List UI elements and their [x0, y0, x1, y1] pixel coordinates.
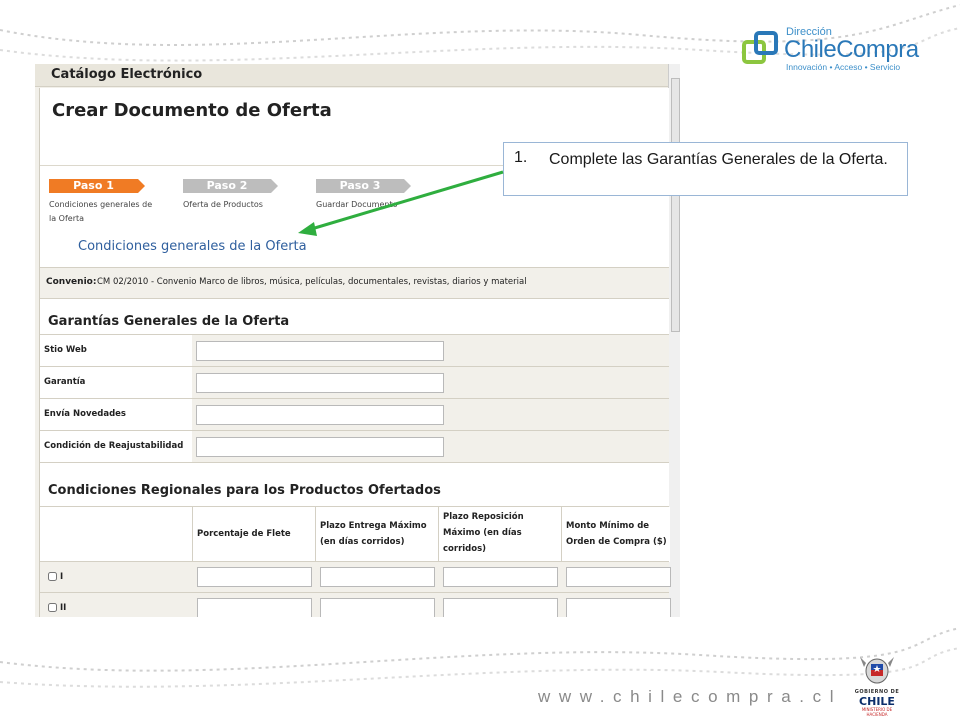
monto-minimo-input[interactable] [566, 598, 671, 617]
step-3-arrow-icon [404, 179, 411, 193]
catalog-header: Catálogo Electrónico [35, 64, 668, 87]
plazo-reposicion-input[interactable] [443, 598, 558, 617]
regionales-title: Condiciones Regionales para los Producto… [48, 483, 441, 498]
reajustabilidad-input[interactable] [196, 437, 444, 457]
form-input-cell [192, 399, 669, 430]
field-label: Condición de Reajustabilidad [44, 441, 184, 451]
region-i-checkbox[interactable] [48, 572, 57, 581]
callout-text: Complete las Garantías Generales de la O… [549, 151, 888, 168]
form-row-sitio-web: Stio Web [40, 334, 669, 366]
row-header: I [40, 562, 192, 592]
porcentaje-flete-input[interactable] [197, 567, 312, 587]
catalog-title: Catálogo Electrónico [51, 67, 203, 82]
section-heading-link: Condiciones generales de la Oferta [78, 239, 307, 254]
form-row-envia-novedades: Envía Novedades [40, 398, 669, 430]
row-header: II [40, 593, 192, 617]
chilecompra-logo: Dirección ChileCompra Innovación • Acces… [742, 26, 922, 74]
form-input-cell [192, 431, 669, 462]
plazo-entrega-input[interactable] [320, 598, 435, 617]
garantia-input[interactable] [196, 373, 444, 393]
form-input-cell [192, 367, 669, 398]
logo-tagline: Innovación • Acceso • Servicio [786, 62, 901, 72]
gobierno-de-chile-logo: GOBIERNO DE CHILE MINISTERIO DE HACIENDA [852, 653, 902, 717]
column-header: Monto Mínimo de Orden de Compra ($) [561, 507, 670, 562]
step-3-description: Guardar Documento [316, 200, 398, 209]
sitio-web-input[interactable] [196, 341, 444, 361]
column-header-text: Porcentaje de Flete [197, 529, 291, 539]
region-name: I [60, 572, 64, 582]
convenio-value: CM 02/2010 - Convenio Marco de libros, m… [97, 277, 527, 287]
instruction-callout: 1. Complete las Garantías Generales de l… [503, 142, 908, 196]
logo-brand-text: ChileCompra [784, 36, 919, 63]
scrollbar-thumb[interactable] [671, 78, 680, 332]
step-2-label: Paso 2 [206, 179, 248, 192]
step-2-tab[interactable]: Paso 2 [183, 179, 278, 193]
regionales-table: Porcentaje de Flete Plazo Entrega Máximo… [40, 506, 671, 617]
form-row-garantia: Garantía [40, 366, 669, 398]
form-label-cell: Condición de Reajustabilidad [40, 431, 192, 462]
column-header-text: Plazo Entrega Máximo (en días corridos) [320, 521, 427, 547]
form-input-cell [192, 335, 669, 366]
form-label-cell: Stio Web [40, 335, 192, 366]
form-row-reajustabilidad: Condición de Reajustabilidad [40, 430, 669, 462]
convenio-bar: Convenio: CM 02/2010 - Convenio Marco de… [40, 267, 669, 299]
plazo-entrega-input[interactable] [320, 567, 435, 587]
step-1-arrow-icon [138, 179, 145, 193]
table-row: II [40, 592, 671, 617]
chilecompra-logo-icon [742, 31, 778, 64]
coat-of-arms-icon [860, 657, 894, 684]
column-header: Porcentaje de Flete [192, 507, 316, 562]
step-1-description: Condiciones generales de la Oferta [49, 200, 153, 223]
column-header-text: Monto Mínimo de Orden de Compra ($) [566, 521, 667, 547]
form-label-cell: Garantía [40, 367, 192, 398]
plazo-reposicion-input[interactable] [443, 567, 558, 587]
region-name: II [60, 603, 67, 613]
field-label: Garantía [44, 377, 86, 387]
step-1-label: Paso 1 [73, 179, 114, 192]
step-3-label: Paso 3 [339, 179, 381, 192]
step-3-tab[interactable]: Paso 3 [316, 179, 411, 193]
envia-novedades-input[interactable] [196, 405, 444, 425]
field-label: Stio Web [44, 345, 87, 355]
monto-minimo-input[interactable] [566, 567, 671, 587]
page-title: Crear Documento de Oferta [52, 100, 332, 121]
step-1-tab[interactable]: Paso 1 [49, 179, 145, 193]
form-label-cell: Envía Novedades [40, 399, 192, 430]
column-header: Plazo Reposición Máximo (en días corrido… [438, 507, 562, 562]
table-header-row: Porcentaje de Flete Plazo Entrega Máximo… [40, 506, 670, 562]
column-header-text: Plazo Reposición Máximo (en días corrido… [443, 512, 524, 554]
footer-url: www.chilecompra.cl [538, 687, 843, 706]
step-2-arrow-icon [271, 179, 278, 193]
region-ii-checkbox[interactable] [48, 603, 57, 612]
garantias-title: Garantías Generales de la Oferta [48, 314, 290, 329]
gob-line-3: MINISTERIO DE HACIENDA [861, 707, 893, 717]
field-label: Envía Novedades [44, 409, 126, 419]
porcentaje-flete-input[interactable] [197, 598, 312, 617]
column-header: Plazo Entrega Máximo (en días corridos) [315, 507, 439, 562]
divider [40, 462, 669, 463]
callout-number: 1. [514, 149, 528, 166]
convenio-label: Convenio: [46, 277, 97, 287]
step-2-description: Oferta de Productos [183, 200, 263, 209]
table-row: I [40, 561, 671, 592]
